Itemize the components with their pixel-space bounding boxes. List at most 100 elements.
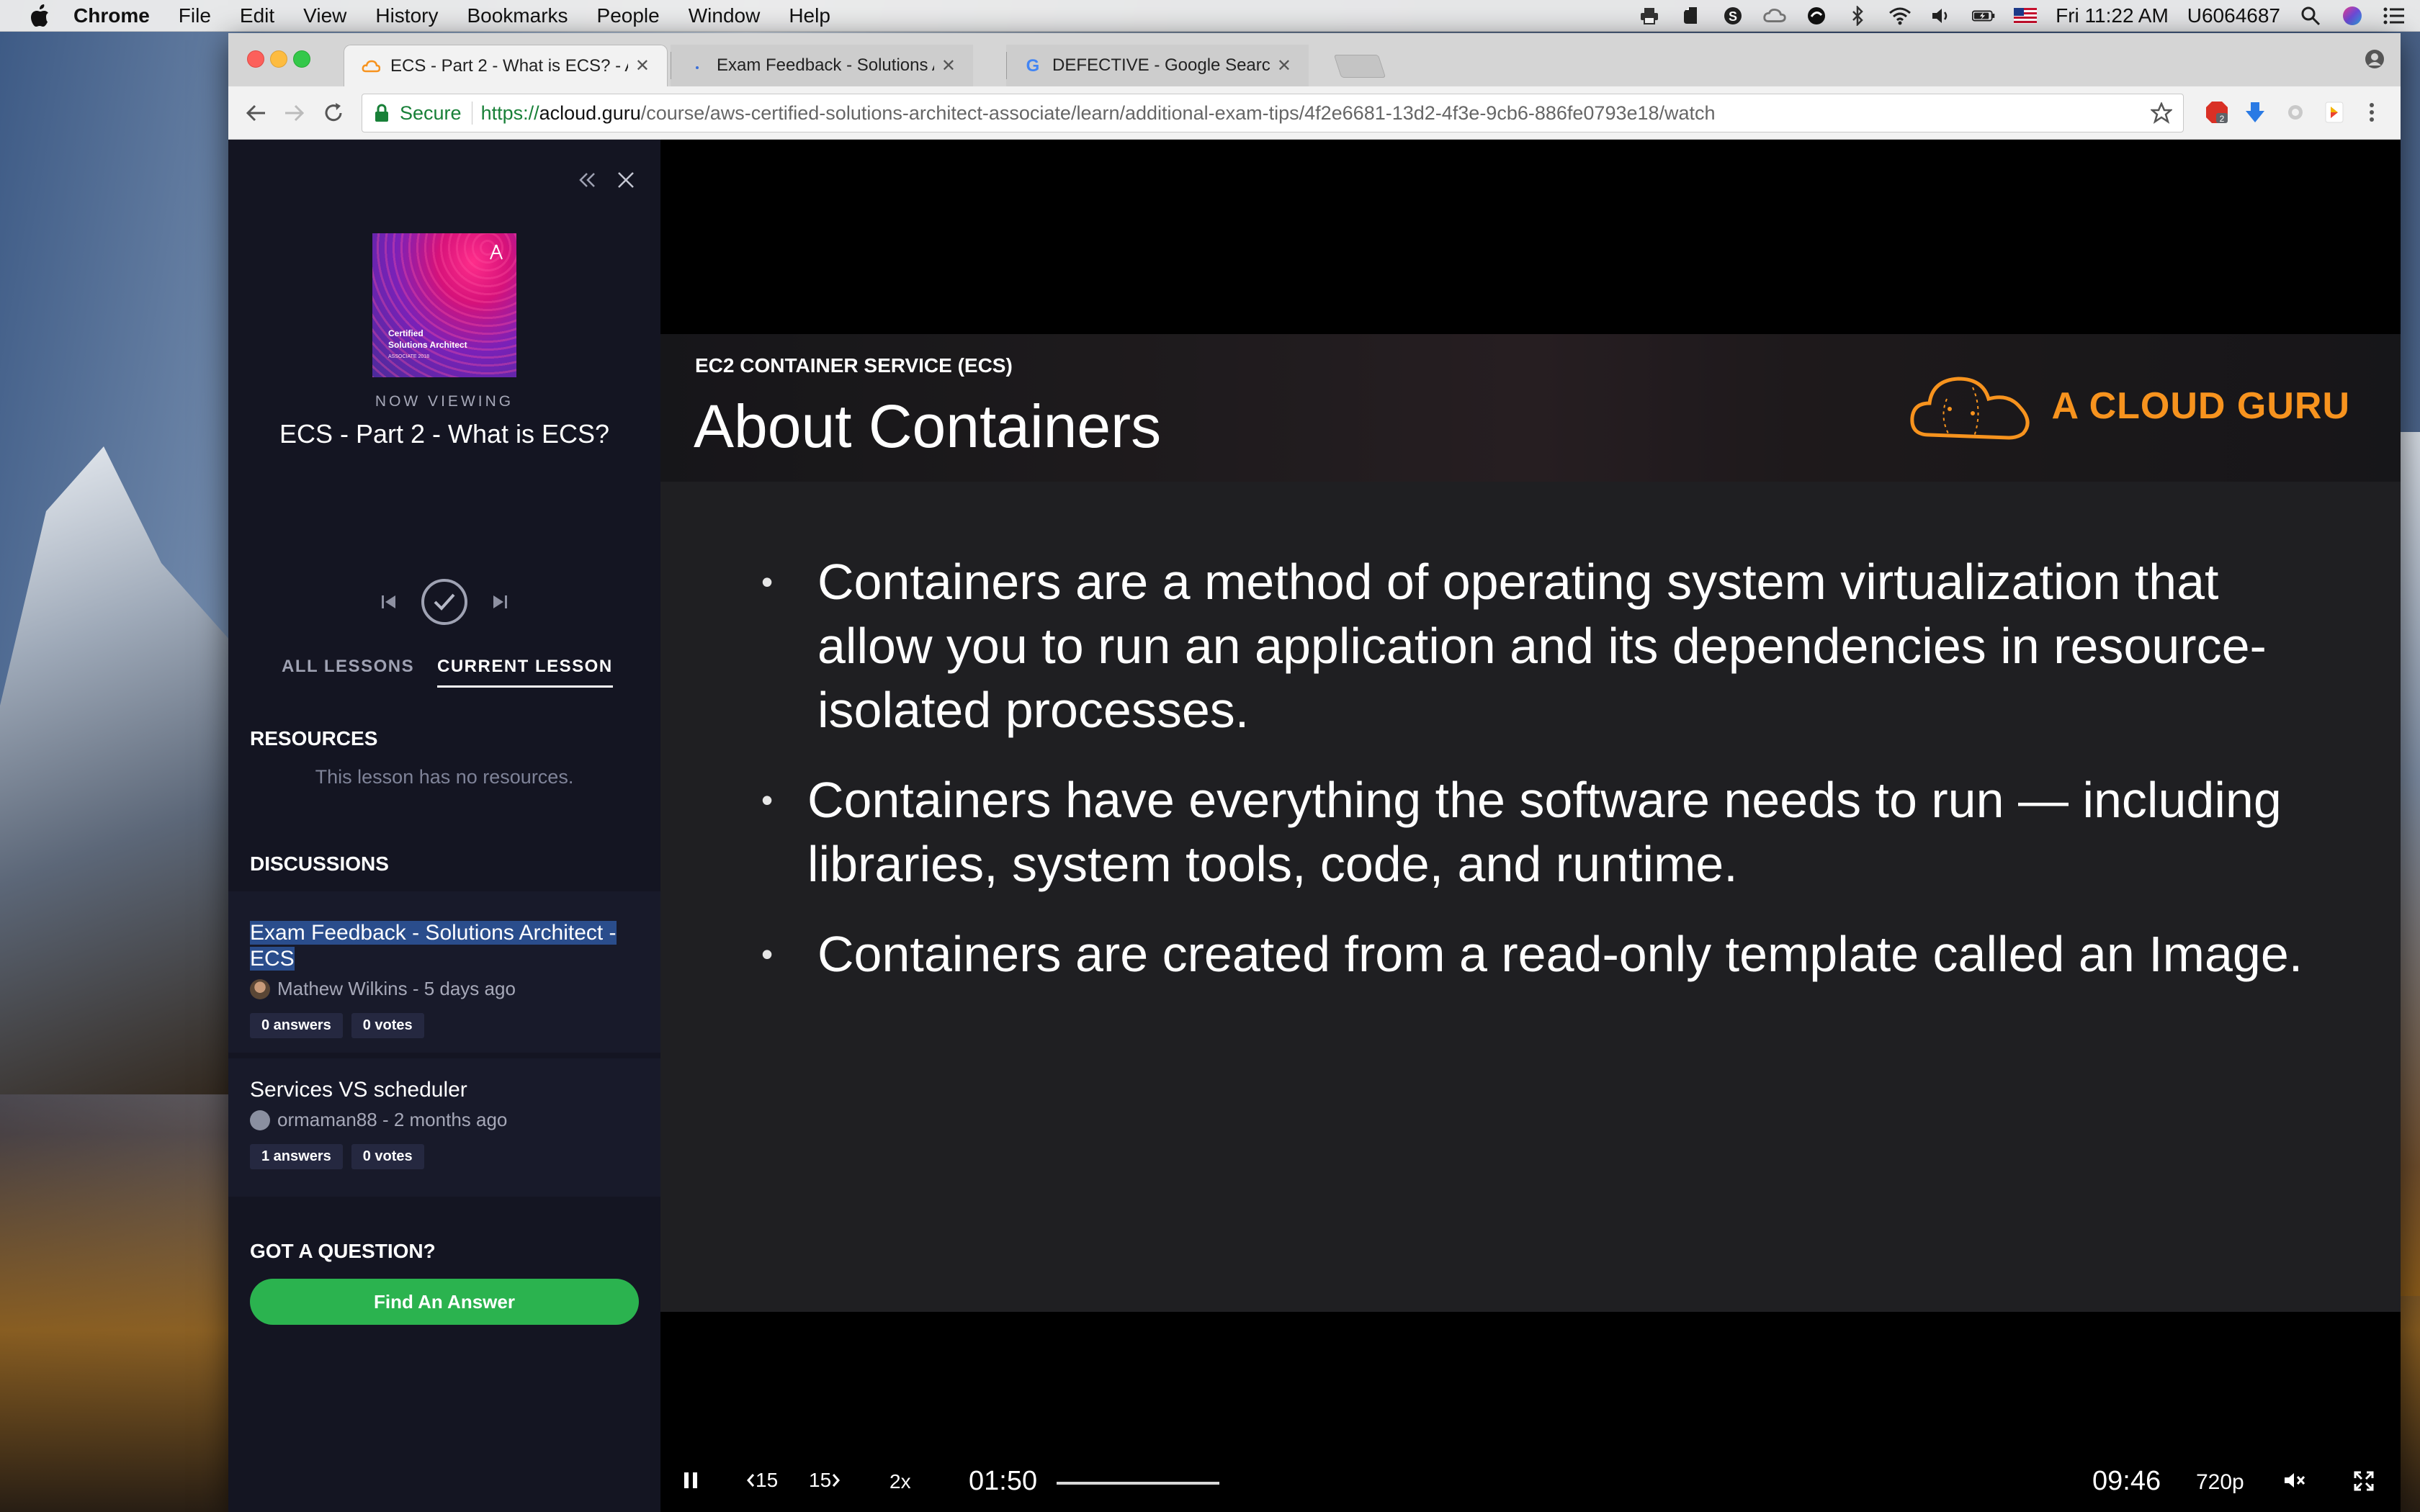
tab-all-lessons[interactable]: ALL LESSONS: [282, 657, 414, 677]
discussion-item[interactable]: Services VS scheduler ormaman88 - 2 mont…: [228, 1058, 660, 1197]
tab-close-icon[interactable]: ✕: [635, 55, 650, 76]
bullet-item: Containers have everything the software …: [761, 768, 2317, 896]
menubar-clock[interactable]: Fri 11:22 AM: [2056, 4, 2169, 27]
new-tab-button[interactable]: [1333, 55, 1386, 78]
close-window-button[interactable]: [247, 50, 264, 68]
minimize-window-button[interactable]: [270, 50, 287, 68]
battery-icon[interactable]: [1972, 5, 1995, 27]
lock-icon: [375, 104, 388, 122]
forward-seconds: 15: [809, 1469, 832, 1491]
tab-google-search[interactable]: G DEFECTIVE - Google Search ✕: [1006, 45, 1309, 86]
back-icon[interactable]: [240, 97, 272, 129]
cover-logo-icon: [490, 244, 503, 260]
discussion-title[interactable]: Exam Feedback - Solutions Architect - EC…: [250, 920, 639, 972]
skype-icon[interactable]: S: [1721, 5, 1744, 27]
arrow-extension-icon[interactable]: [2321, 99, 2347, 125]
bullet-item: Containers are a method of operating sys…: [761, 550, 2317, 742]
playback-speed-button[interactable]: 2x: [889, 1470, 911, 1493]
chrome-window: ECS - Part 2 - What is ECS? - A ✕ Exam F…: [228, 33, 2401, 1512]
collapse-sidebar-icon[interactable]: [574, 167, 600, 193]
download-extension-icon[interactable]: [2242, 99, 2268, 125]
menu-history[interactable]: History: [375, 4, 438, 27]
tab-close-icon[interactable]: ✕: [1277, 55, 1291, 76]
tab-ecs-part-2[interactable]: ECS - Part 2 - What is ECS? - A ✕: [344, 45, 668, 86]
player-controls: 15 15 2x 01:50 09:46 720p: [660, 1462, 2401, 1505]
notification-center-icon[interactable]: [2383, 5, 2406, 27]
menu-edit[interactable]: Edit: [240, 4, 274, 27]
next-lesson-icon[interactable]: [488, 590, 512, 614]
votes-badge: 0 votes: [351, 1013, 424, 1038]
lesson-navigation: [228, 579, 660, 625]
menu-window[interactable]: Window: [689, 4, 761, 27]
cover-line-1: Certified: [388, 328, 424, 338]
siri-icon[interactable]: [2341, 5, 2364, 27]
page-content: Certified Solutions Architect ASSOCIATE …: [228, 140, 2401, 1512]
sync-icon[interactable]: [1805, 5, 1828, 27]
mark-complete-icon[interactable]: [421, 579, 467, 625]
chrome-menu-icon[interactable]: [2359, 99, 2385, 125]
video-player[interactable]: EC2 CONTAINER SERVICE (ECS) About Contai…: [660, 140, 2401, 1512]
spotlight-search-icon[interactable]: [2299, 5, 2322, 27]
macos-menu-bar: Chrome File Edit View History Bookmarks …: [0, 0, 2420, 32]
forward-chevron-icon: [833, 1474, 841, 1487]
tab-close-icon[interactable]: ✕: [941, 55, 956, 76]
mute-icon[interactable]: [2283, 1470, 2306, 1490]
discussion-stats: 1 answers 0 votes: [250, 1144, 639, 1169]
wifi-icon[interactable]: [1888, 5, 1912, 27]
zoom-window-button[interactable]: [293, 50, 310, 68]
menu-help[interactable]: Help: [789, 4, 830, 27]
discussion-meta: ormaman88 - 2 months ago: [250, 1109, 639, 1131]
discussions-heading: DISCUSSIONS: [250, 852, 389, 875]
us-flag-icon[interactable]: [2014, 5, 2038, 27]
menu-app-name[interactable]: Chrome: [73, 4, 150, 27]
forward-icon[interactable]: [279, 97, 310, 129]
volume-icon[interactable]: [1930, 5, 1953, 27]
previous-lesson-icon[interactable]: [377, 590, 401, 614]
video-slide: EC2 CONTAINER SERVICE (ECS) About Contai…: [660, 334, 2401, 1312]
quality-button[interactable]: 720p: [2196, 1470, 2244, 1495]
browser-toolbar: Secure https:// acloud.guru /course/aws-…: [228, 86, 2401, 140]
course-cover-image: Certified Solutions Architect ASSOCIATE …: [372, 233, 516, 377]
evernote-icon[interactable]: [1680, 5, 1703, 27]
adblock-extension-icon[interactable]: 2: [2204, 99, 2230, 125]
menubar-user[interactable]: U6064687: [2187, 4, 2280, 27]
current-time: 01:50: [969, 1466, 1038, 1496]
fullscreen-icon[interactable]: [2353, 1470, 2375, 1492]
bookmark-star-icon[interactable]: [2150, 102, 2173, 125]
menu-file[interactable]: File: [179, 4, 211, 27]
tab-title: ECS - Part 2 - What is ECS? - A: [390, 55, 628, 76]
find-answer-button[interactable]: Find An Answer: [250, 1279, 639, 1325]
lesson-title: ECS - Part 2 - What is ECS?: [279, 419, 610, 449]
tab-exam-feedback[interactable]: Exam Feedback - Solutions Arc ✕: [671, 45, 973, 86]
bluetooth-icon[interactable]: [1847, 5, 1870, 27]
tab-current-lesson[interactable]: CURRENT LESSON: [437, 657, 613, 688]
printer-icon[interactable]: [1638, 5, 1661, 27]
circle-extension-icon[interactable]: [2282, 99, 2308, 125]
address-bar[interactable]: Secure https:// acloud.guru /course/aws-…: [362, 94, 2184, 132]
apple-menu-icon[interactable]: [27, 4, 52, 28]
rewind-button[interactable]: 15: [745, 1469, 778, 1492]
avatar: [250, 978, 270, 999]
forward-button[interactable]: 15: [809, 1469, 841, 1492]
no-resources-text: This lesson has no resources.: [315, 766, 574, 788]
discussion-author[interactable]: ormaman88: [277, 1109, 377, 1131]
menu-bookmarks[interactable]: Bookmarks: [467, 4, 568, 27]
reload-icon[interactable]: [318, 97, 349, 129]
slide-kicker: EC2 CONTAINER SERVICE (ECS): [695, 354, 1013, 377]
discussion-meta: Mathew Wilkins - 5 days ago: [250, 978, 639, 1000]
close-sidebar-icon[interactable]: [613, 167, 639, 193]
progress-bar[interactable]: [1057, 1482, 1219, 1485]
menu-view[interactable]: View: [303, 4, 346, 27]
discussion-time: 5 days ago: [424, 978, 516, 999]
acloudguru-favicon-icon: [362, 57, 380, 76]
discussion-item[interactable]: Exam Feedback - Solutions Architect - EC…: [228, 891, 660, 1053]
google-favicon-icon: G: [1023, 56, 1042, 75]
discussion-stats: 0 answers 0 votes: [250, 1013, 639, 1038]
menu-people[interactable]: People: [597, 4, 660, 27]
profile-icon[interactable]: [2362, 46, 2388, 72]
rewind-chevron-icon: [747, 1474, 755, 1487]
pause-icon[interactable]: [682, 1470, 699, 1490]
discussion-title[interactable]: Services VS scheduler: [250, 1077, 639, 1103]
discussion-author[interactable]: Mathew Wilkins: [277, 978, 408, 1000]
creative-cloud-icon[interactable]: [1763, 5, 1786, 27]
